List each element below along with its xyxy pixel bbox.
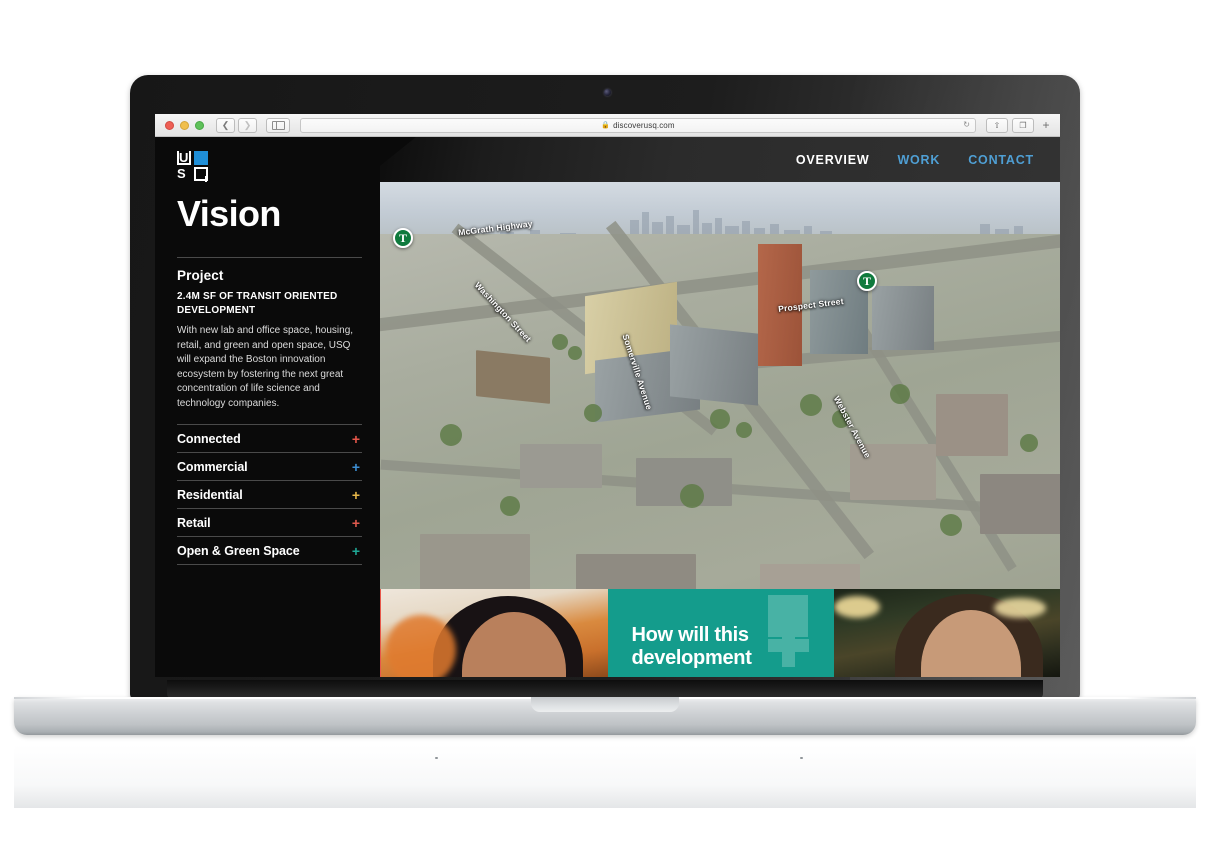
accordion-item-retail[interactable]: Retail +: [177, 508, 362, 536]
screenshot-stage: ❮ ❯ 🔒 discoverusq.com ↻ ⇧ ❐ + McGrath Hi…: [0, 0, 1210, 843]
plus-icon[interactable]: +: [352, 488, 360, 502]
new-tab-button[interactable]: +: [1038, 119, 1054, 131]
navigation-buttons[interactable]: ❮ ❯: [216, 117, 257, 133]
reload-icon[interactable]: ↻: [963, 121, 970, 129]
building-low-d: [936, 394, 1008, 456]
laptop-latch-notch: [531, 697, 679, 712]
divider-top: [177, 257, 362, 258]
accordion-item-residential[interactable]: Residential +: [177, 480, 362, 508]
accordion-item-commercial[interactable]: Commercial +: [177, 452, 362, 480]
laptop-hinge: [167, 680, 1043, 698]
card-heading-line1: How will this: [631, 624, 750, 647]
back-button[interactable]: ❮: [216, 117, 235, 133]
accordion-label: Commercial: [177, 460, 248, 474]
accordion-label: Connected: [177, 432, 241, 446]
logo-letter-s: S: [177, 166, 186, 181]
desk-reflection: [14, 736, 1196, 808]
accordion-item-connected[interactable]: Connected +: [177, 424, 362, 452]
mbta-station-marker-west[interactable]: T: [393, 228, 413, 248]
usq-watermark-right: [760, 595, 822, 667]
plus-icon[interactable]: +: [352, 460, 360, 474]
site-sidebar: U S Vision Project 2.4M SF OF TRANSIT OR…: [155, 137, 380, 677]
logo-letter-u: U: [177, 151, 191, 165]
project-body: With new lab and office space, housing, …: [177, 325, 354, 409]
plus-icon[interactable]: +: [352, 516, 360, 530]
nav-link-work[interactable]: WORK: [897, 153, 940, 167]
plus-icon[interactable]: +: [352, 432, 360, 446]
lock-icon: 🔒: [601, 122, 611, 129]
website-viewport: McGrath Highway Washington Street Somerv…: [155, 137, 1060, 677]
browser-toolbar: ❮ ❯ 🔒 discoverusq.com ↻ ⇧ ❐ +: [155, 114, 1060, 137]
window-controls[interactable]: [165, 120, 204, 130]
plus-icon[interactable]: +: [352, 544, 360, 558]
logo-letter-q: [194, 167, 208, 181]
card-how-will-this-development[interactable]: How will this development: [607, 589, 1060, 677]
mbta-station-marker-east[interactable]: T: [857, 271, 877, 291]
card-photo-left: [372, 589, 608, 677]
share-icon[interactable]: ⇧: [986, 117, 1008, 133]
accordion-list: Connected + Commercial + Residential + R…: [177, 424, 362, 565]
accordion-label: Residential: [177, 488, 243, 502]
tabs-overview-icon[interactable]: ❐: [1012, 117, 1034, 133]
toolbar-actions[interactable]: ⇧ ❐ +: [986, 117, 1054, 133]
building-low-e: [980, 474, 1060, 534]
card-photo-right: [824, 589, 1060, 677]
page-title: Vision: [177, 193, 281, 234]
sidebar-toggle-icon: [271, 120, 285, 130]
accordion-item-open-green-space[interactable]: Open & Green Space +: [177, 536, 362, 565]
building-low-a: [520, 444, 602, 488]
accordion-label: Open & Green Space: [177, 544, 300, 558]
project-subheading: 2.4M SF OF TRANSIT ORIENTED DEVELOPMENT: [177, 291, 338, 316]
maximize-window-button[interactable]: [195, 120, 204, 130]
building-grey-c: [872, 286, 934, 350]
card-heading-right: How will this development: [632, 624, 752, 669]
webcam-icon: [604, 89, 611, 96]
forward-button[interactable]: ❯: [238, 117, 257, 133]
close-window-button[interactable]: [165, 120, 174, 130]
building-brick: [476, 350, 550, 404]
building-grey-b: [670, 324, 758, 406]
usq-logo[interactable]: U S: [177, 151, 208, 181]
minimize-window-button[interactable]: [180, 120, 189, 130]
hero-aerial-image: McGrath Highway Washington Street Somerv…: [380, 182, 1060, 632]
sidebar-toggle-button[interactable]: [266, 117, 290, 133]
nav-link-overview[interactable]: OVERVIEW: [796, 153, 870, 167]
nav-link-contact[interactable]: CONTACT: [968, 153, 1034, 167]
project-heading: Project: [177, 268, 224, 283]
logo-accent-square: [194, 151, 208, 165]
url-text: discoverusq.com: [613, 120, 675, 130]
laptop-screen: ❮ ❯ 🔒 discoverusq.com ↻ ⇧ ❐ + McGrath Hi…: [155, 114, 1060, 677]
card-heading-line2: development: [631, 646, 752, 669]
address-bar[interactable]: 🔒 discoverusq.com ↻: [300, 117, 976, 133]
accordion-label: Retail: [177, 516, 211, 530]
